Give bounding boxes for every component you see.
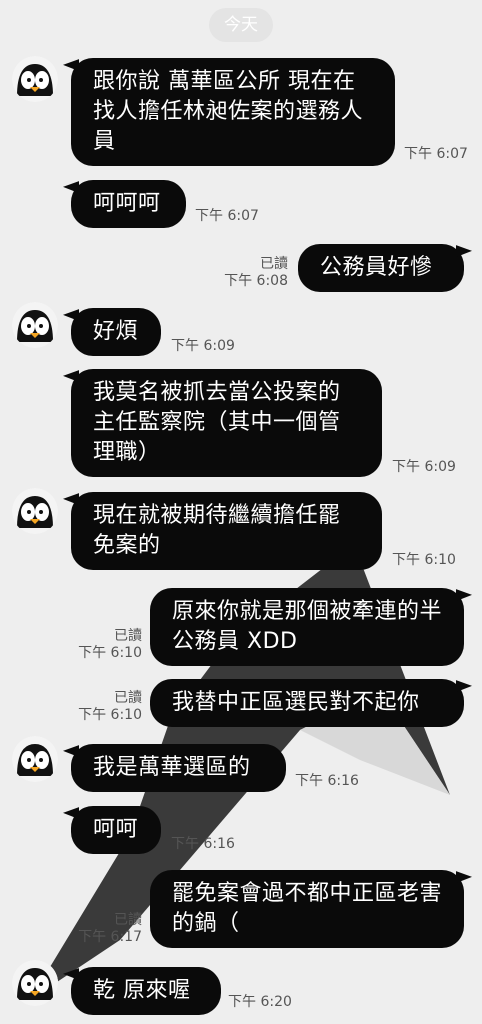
message-time: 下午 6:20 (228, 994, 292, 1010)
message-bubble-incoming[interactable]: 現在就被期待繼續擔任罷免案的 (71, 492, 382, 570)
message-time: 下午 6:10 (392, 552, 456, 568)
read-receipt: 已讀 (114, 628, 142, 644)
message-bubble-incoming[interactable]: 呵呵呵 (71, 180, 186, 228)
penguin-avatar[interactable] (12, 56, 58, 102)
penguin-icon (12, 960, 58, 1006)
message-bubble-incoming[interactable]: 好煩 (71, 308, 161, 356)
date-divider: 今天 (209, 8, 273, 42)
read-receipt: 已讀 (114, 912, 142, 928)
penguin-icon (12, 302, 58, 348)
penguin-icon (12, 736, 58, 782)
message-bubble-outgoing[interactable]: 公務員好慘 (298, 244, 464, 292)
message-time: 下午 6:07 (404, 146, 468, 162)
message-bubble-incoming[interactable]: 乾 原來喔 (71, 967, 221, 1015)
message-meta: 已讀 下午 6:08 (200, 256, 288, 290)
penguin-avatar[interactable] (12, 488, 58, 534)
message-bubble-incoming[interactable]: 呵呵 (71, 806, 161, 854)
message-meta: 已讀 下午 6:17 (60, 912, 142, 946)
message-time: 下午 6:17 (78, 929, 142, 945)
message-bubble-incoming[interactable]: 我莫名被抓去當公投案的主任監察院（其中一個管理職） (71, 369, 382, 477)
message-bubble-incoming[interactable]: 跟你說 萬華區公所 現在在找人擔任林昶佐案的選務人員 (71, 58, 395, 166)
message-time: 下午 6:07 (195, 208, 259, 224)
penguin-avatar[interactable] (12, 960, 58, 1006)
message-time: 下午 6:10 (78, 645, 142, 661)
read-receipt: 已讀 (114, 690, 142, 706)
message-time: 下午 6:09 (392, 459, 456, 475)
penguin-icon (12, 56, 58, 102)
penguin-avatar[interactable] (12, 736, 58, 782)
message-time: 下午 6:08 (224, 273, 288, 289)
message-time: 下午 6:10 (78, 707, 142, 723)
message-meta: 已讀 下午 6:10 (60, 690, 142, 724)
message-bubble-outgoing[interactable]: 我替中正區選民對不起你 (150, 679, 464, 727)
message-bubble-outgoing[interactable]: 罷免案會過不都中正區老害的鍋（ (150, 870, 464, 948)
message-time: 下午 6:09 (171, 338, 235, 354)
penguin-icon (12, 488, 58, 534)
message-time: 下午 6:16 (171, 836, 235, 852)
read-receipt: 已讀 (260, 256, 288, 272)
penguin-avatar[interactable] (12, 302, 58, 348)
message-time: 下午 6:16 (295, 773, 359, 789)
message-bubble-outgoing[interactable]: 原來你就是那個被牽連的半公務員 XDD (150, 588, 464, 666)
message-bubble-incoming[interactable]: 我是萬華選區的 (71, 744, 286, 792)
message-meta: 已讀 下午 6:10 (60, 628, 142, 662)
